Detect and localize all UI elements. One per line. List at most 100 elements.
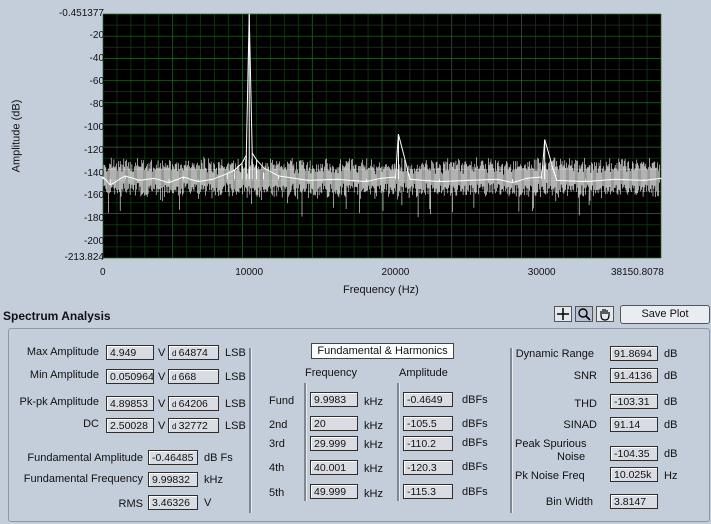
y-tick-label: -200 <box>83 236 104 248</box>
harmonic-frequency-value[interactable]: 40.001 <box>310 460 358 475</box>
rms-value[interactable]: 3.46326 <box>148 495 198 510</box>
spectrum-graph[interactable]: Amplitude (dB) -0.451377 -20 -40 -60 -80 -100… <box>0 0 711 300</box>
dbfs-unit: dBFs <box>462 437 488 449</box>
fundamental-harmonics-title: Fundamental & Harmonics <box>311 343 454 359</box>
dc-label: DC <box>83 418 99 430</box>
max-amplitude-label: Max Amplitude <box>26 346 99 358</box>
khz-unit: kHz <box>204 474 223 486</box>
fundamental-frequency-value[interactable]: 9.99832 <box>148 472 198 487</box>
fundamental-frequency-label: Fundamental Frequency <box>23 473 143 485</box>
crosshair-icon[interactable] <box>554 306 572 322</box>
pan-hand-icon[interactable] <box>596 306 614 322</box>
y-tick-label: -213.824 <box>64 252 104 263</box>
dbfs-unit: dBFs <box>462 486 488 498</box>
y-tick-label: -20 <box>89 30 104 42</box>
dbfs-unit: dBFs <box>462 461 488 473</box>
db-unit: dB <box>664 370 678 382</box>
khz-unit: kHz <box>364 463 383 475</box>
x-tick-label: 0 <box>100 267 106 278</box>
khz-unit: kHz <box>364 439 383 451</box>
y-tick-label: -160 <box>83 190 104 202</box>
harmonic-label: 5th <box>269 487 285 499</box>
pkpk-label: Pk-pk Amplitude <box>19 396 99 408</box>
dynamic-range-label: Dynamic Range <box>515 348 594 360</box>
harmonic-amplitude-value[interactable]: -110.2 <box>403 436 453 451</box>
y-axis-label: Amplitude (dB) <box>10 99 23 173</box>
harmonic-label: 2nd <box>269 419 288 431</box>
db-unit: dB <box>664 348 678 360</box>
zoom-icon[interactable] <box>575 306 593 322</box>
min-amplitude-value[interactable]: 0.050964 <box>106 369 154 384</box>
unit-v: V <box>158 371 166 383</box>
peak-spurious-label: Peak Spurious <box>515 438 587 450</box>
harmonic-frequency-value[interactable]: 29.999 <box>310 436 358 451</box>
separator <box>397 383 400 501</box>
y-tick-label: -60 <box>89 76 104 88</box>
dc-value[interactable]: 2.50028 <box>106 418 154 433</box>
plot-canvas[interactable] <box>0 0 711 300</box>
harmonic-label: Fund <box>269 395 295 407</box>
dbfs-unit: dBFs <box>462 418 488 430</box>
khz-unit: kHz <box>364 488 383 500</box>
sinad-label: SINAD <box>563 419 597 431</box>
unit-v: V <box>204 497 212 509</box>
unit-lsb: LSB <box>225 420 246 432</box>
y-tick-label: -120 <box>83 144 104 156</box>
y-tick-label: -0.451377 <box>58 8 104 19</box>
pk-noise-freq-value[interactable]: 10.025k <box>610 467 658 482</box>
bin-width-label: Bin Width <box>545 496 593 508</box>
y-tick-label: -140 <box>83 167 104 179</box>
separator <box>249 348 252 513</box>
save-plot-button[interactable]: Save Plot <box>620 305 710 324</box>
dbfs-unit: dB Fs <box>204 452 233 464</box>
max-amplitude-lsb[interactable]: d 64874 <box>168 345 219 360</box>
harmonic-frequency-value[interactable]: 9.9983 <box>310 392 358 407</box>
pk-noise-freq-label: Pk Noise Freq <box>515 470 585 482</box>
y-tick-label: -40 <box>89 53 104 65</box>
y-tick-label: -80 <box>89 98 104 110</box>
pkpk-value[interactable]: 4.89853 <box>106 396 154 411</box>
y-tick-label: -180 <box>83 213 104 225</box>
peak-spurious-value[interactable]: -104.35 <box>610 446 658 461</box>
harmonic-amplitude-value[interactable]: -105.5 <box>403 416 453 431</box>
dynamic-range-value[interactable]: 91.8694 <box>610 346 658 361</box>
db-unit: dB <box>664 448 678 460</box>
khz-unit: kHz <box>364 420 383 432</box>
rms-label: RMS <box>118 498 143 510</box>
db-unit: dB <box>664 396 678 408</box>
unit-v: V <box>158 420 166 432</box>
pkpk-lsb[interactable]: d 64206 <box>168 396 219 411</box>
harmonic-label: 3rd <box>269 438 285 450</box>
bin-width-value[interactable]: 3.8147 <box>610 494 658 509</box>
snr-value[interactable]: 91.4136 <box>610 368 658 383</box>
hz-unit: Hz <box>664 470 678 482</box>
harmonic-amplitude-value[interactable]: -120.3 <box>403 460 453 475</box>
khz-unit: kHz <box>364 396 383 408</box>
unit-lsb: LSB <box>225 347 246 359</box>
max-amplitude-value[interactable]: 4.949 <box>106 345 154 360</box>
separator <box>304 383 307 501</box>
unit-lsb: LSB <box>225 398 246 410</box>
harmonic-amplitude-value[interactable]: -115.3 <box>403 484 453 499</box>
unit-v: V <box>158 398 166 410</box>
snr-label: SNR <box>573 370 597 382</box>
min-amplitude-lsb[interactable]: d 668 <box>168 369 219 384</box>
unit-lsb: LSB <box>225 371 246 383</box>
x-tick-label: 30000 <box>527 267 556 278</box>
thd-value[interactable]: -103.31 <box>610 394 658 409</box>
dc-lsb[interactable]: d 32772 <box>168 418 219 433</box>
x-axis-label: Frequency (Hz) <box>343 284 419 296</box>
sinad-value[interactable]: 91.14 <box>610 417 658 432</box>
x-tick-label: 20000 <box>381 267 410 278</box>
frequency-header: Frequency <box>305 367 357 379</box>
x-tick-label: 38150.8078 <box>611 267 664 278</box>
harmonic-frequency-value[interactable]: 20 <box>310 416 358 431</box>
grid <box>102 13 662 259</box>
fundamental-amplitude-value[interactable]: -0.46485 <box>148 450 198 465</box>
harmonic-amplitude-value[interactable]: -0.4649 <box>403 392 453 407</box>
peak-spurious-label-noise: Noise <box>557 451 586 463</box>
fundamental-amplitude-label: Fundamental Amplitude <box>27 452 143 464</box>
unit-v: V <box>158 347 166 359</box>
harmonic-frequency-value[interactable]: 49.999 <box>310 484 358 499</box>
amplitude-header: Amplitude <box>399 367 448 379</box>
